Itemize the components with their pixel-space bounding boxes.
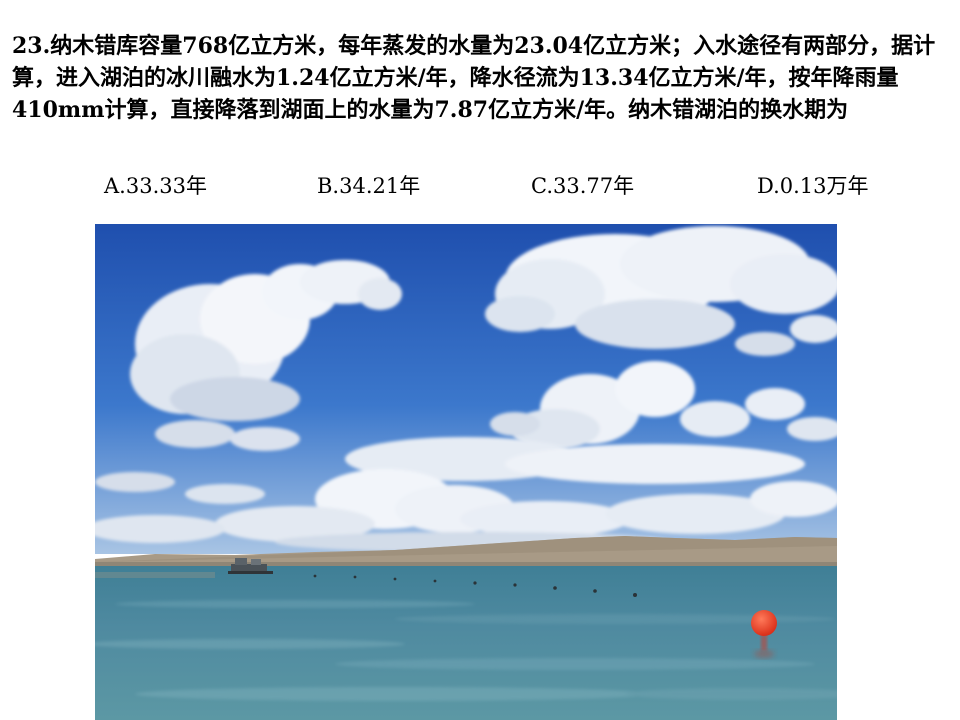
lake-photo	[95, 224, 837, 720]
option-a: A.33.33年	[104, 174, 207, 198]
option-b: B.34.21年	[317, 174, 421, 198]
answer-options: A.33.33年 B.34.21年 C.33.77年 D.0.13万年	[104, 170, 924, 202]
option-d: D.0.13万年	[757, 174, 869, 198]
slide: 23.纳木错库容量768亿立方米，每年蒸发的水量为23.04亿立方米；入水途径有…	[0, 0, 960, 720]
question-text: 23.纳木错库容量768亿立方米，每年蒸发的水量为23.04亿立方米；入水途径有…	[12, 33, 936, 123]
option-c: C.33.77年	[531, 174, 635, 198]
